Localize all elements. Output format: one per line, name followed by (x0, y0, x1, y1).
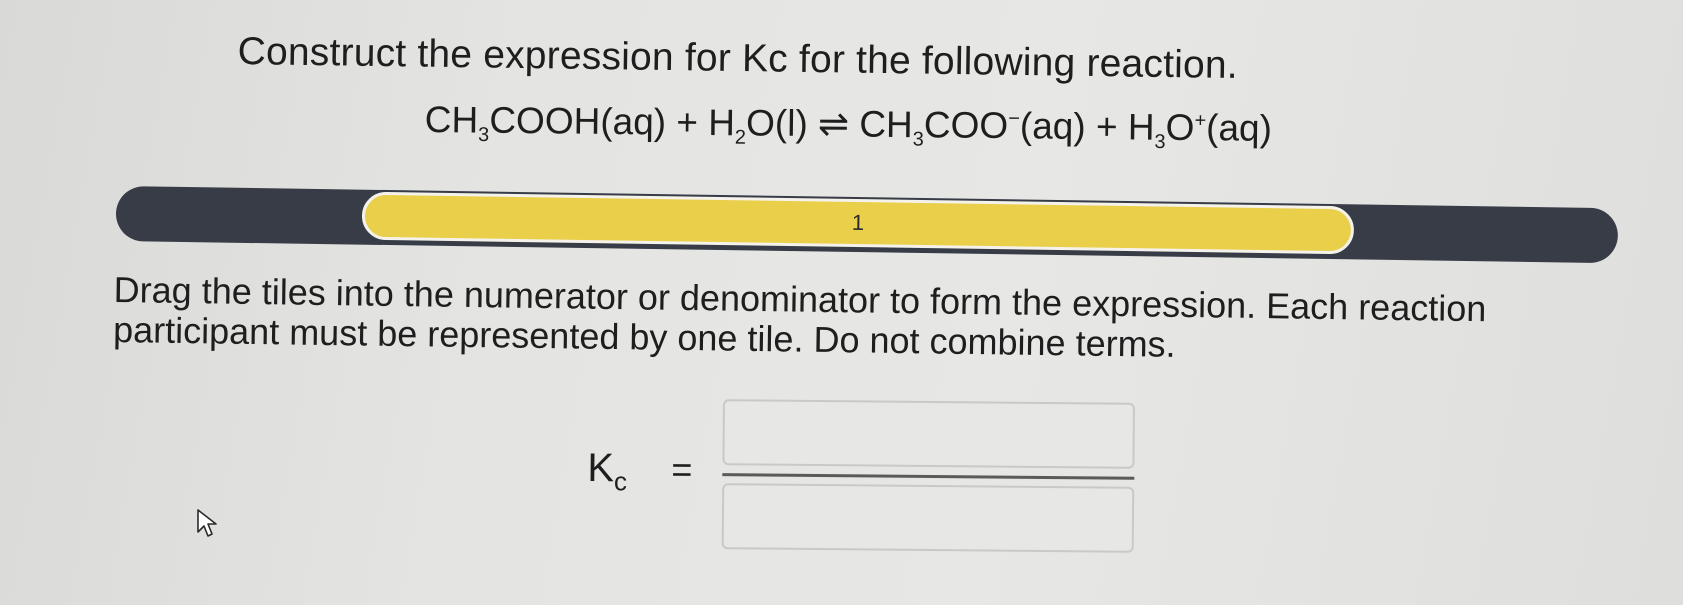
reaction-part: O (1165, 106, 1195, 149)
numerator-drop-zone[interactable] (722, 399, 1135, 469)
reaction-part: COO (923, 104, 1009, 147)
reaction-equation: CH3COOH(aq) + H2O(l) ⇌ CH3COO−(aq) + H3O… (424, 98, 1273, 154)
kc-label: Kc (587, 445, 627, 496)
reaction-part: COOH(aq) + H (489, 99, 736, 144)
pointer-arrow-icon (196, 508, 220, 543)
equals-sign: = (671, 448, 693, 490)
superscript: − (1008, 107, 1021, 130)
reaction-part: (aq) + H (1019, 105, 1155, 148)
reaction-part: (aq) (1205, 107, 1273, 149)
fraction-bar (722, 473, 1135, 480)
subscript: 2 (734, 126, 747, 149)
kc-subscript: c (613, 466, 628, 497)
subscript: 3 (912, 128, 924, 151)
subscript: 3 (477, 123, 490, 147)
subscript: 3 (1154, 131, 1166, 154)
reaction-part: CH (424, 98, 479, 141)
question-instruction: Construct the expression for Kc for the … (237, 30, 1239, 87)
current-step-indicator[interactable]: 1 (361, 191, 1355, 255)
drag-instruction: Drag the tiles into the numerator or den… (112, 269, 1487, 365)
kc-letter: K (587, 445, 615, 491)
denominator-drop-zone[interactable] (721, 483, 1135, 553)
step-progress-bar: 1 (115, 186, 1619, 264)
superscript: + (1194, 109, 1207, 132)
reaction-part: O(l) ⇌ CH (745, 102, 914, 146)
